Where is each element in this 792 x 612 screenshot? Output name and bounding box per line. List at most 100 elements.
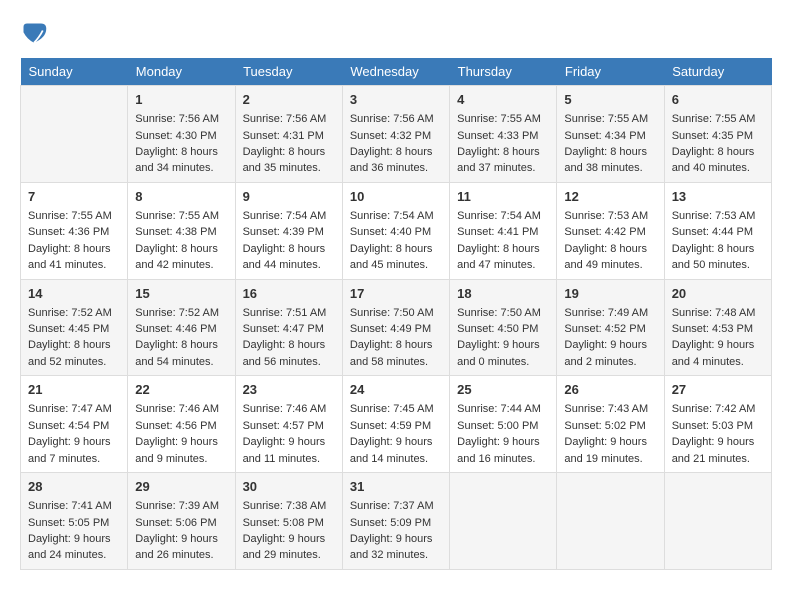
calendar-cell: 20Sunrise: 7:48 AMSunset: 4:53 PMDayligh…: [664, 279, 771, 376]
weekday-header-row: SundayMondayTuesdayWednesdayThursdayFrid…: [21, 58, 772, 86]
cell-info-line: Sunset: 4:52 PM: [564, 323, 645, 335]
weekday-monday: Monday: [128, 58, 235, 86]
day-number: 30: [243, 478, 335, 496]
cell-info-line: Sunset: 5:03 PM: [672, 420, 753, 432]
cell-info-line: and 7 minutes.: [28, 453, 100, 465]
cell-info-line: Sunrise: 7:55 AM: [672, 113, 756, 125]
cell-info-line: and 40 minutes.: [672, 162, 750, 174]
cell-info-line: Daylight: 9 hours: [457, 436, 540, 448]
day-number: 5: [564, 91, 656, 109]
cell-info-line: Sunrise: 7:55 AM: [564, 113, 648, 125]
calendar-cell: 2Sunrise: 7:56 AMSunset: 4:31 PMDaylight…: [235, 86, 342, 183]
cell-info-line: and 54 minutes.: [135, 356, 213, 368]
logo-icon: [20, 20, 48, 48]
cell-info-line: and 42 minutes.: [135, 259, 213, 271]
calendar-cell: 22Sunrise: 7:46 AMSunset: 4:56 PMDayligh…: [128, 376, 235, 473]
calendar-week-2: 7Sunrise: 7:55 AMSunset: 4:36 PMDaylight…: [21, 182, 772, 279]
cell-info-line: and 50 minutes.: [672, 259, 750, 271]
cell-info-line: Sunrise: 7:44 AM: [457, 403, 541, 415]
day-number: 23: [243, 381, 335, 399]
cell-info-line: Daylight: 8 hours: [564, 146, 647, 158]
cell-info-line: Daylight: 9 hours: [28, 436, 111, 448]
calendar-cell: 10Sunrise: 7:54 AMSunset: 4:40 PMDayligh…: [342, 182, 449, 279]
cell-info-line: Sunrise: 7:53 AM: [672, 210, 756, 222]
cell-info-line: Sunrise: 7:42 AM: [672, 403, 756, 415]
calendar-cell: 16Sunrise: 7:51 AMSunset: 4:47 PMDayligh…: [235, 279, 342, 376]
cell-info-line: Sunrise: 7:52 AM: [135, 307, 219, 319]
day-number: 24: [350, 381, 442, 399]
cell-info-line: and 14 minutes.: [350, 453, 428, 465]
cell-info-line: Sunrise: 7:56 AM: [135, 113, 219, 125]
calendar-cell: 26Sunrise: 7:43 AMSunset: 5:02 PMDayligh…: [557, 376, 664, 473]
calendar-cell: 14Sunrise: 7:52 AMSunset: 4:45 PMDayligh…: [21, 279, 128, 376]
cell-info-line: and 44 minutes.: [243, 259, 321, 271]
cell-info-line: Sunset: 5:06 PM: [135, 517, 216, 529]
cell-info-line: and 2 minutes.: [564, 356, 636, 368]
calendar-week-5: 28Sunrise: 7:41 AMSunset: 5:05 PMDayligh…: [21, 473, 772, 570]
cell-info-line: Sunrise: 7:54 AM: [243, 210, 327, 222]
cell-info-line: Sunrise: 7:56 AM: [350, 113, 434, 125]
cell-info-line: and 26 minutes.: [135, 549, 213, 561]
cell-info-line: and 35 minutes.: [243, 162, 321, 174]
day-number: 31: [350, 478, 442, 496]
calendar-cell: [664, 473, 771, 570]
cell-info-line: Sunset: 5:00 PM: [457, 420, 538, 432]
cell-info-line: and 47 minutes.: [457, 259, 535, 271]
calendar-week-1: 1Sunrise: 7:56 AMSunset: 4:30 PMDaylight…: [21, 86, 772, 183]
cell-info-line: Daylight: 9 hours: [457, 339, 540, 351]
cell-info-line: Sunset: 4:42 PM: [564, 226, 645, 238]
calendar-week-3: 14Sunrise: 7:52 AMSunset: 4:45 PMDayligh…: [21, 279, 772, 376]
day-number: 22: [135, 381, 227, 399]
cell-info-line: Daylight: 8 hours: [457, 146, 540, 158]
day-number: 3: [350, 91, 442, 109]
cell-info-line: Daylight: 9 hours: [135, 533, 218, 545]
calendar-cell: [450, 473, 557, 570]
calendar-cell: 17Sunrise: 7:50 AMSunset: 4:49 PMDayligh…: [342, 279, 449, 376]
cell-info-line: Daylight: 8 hours: [135, 339, 218, 351]
cell-info-line: and 21 minutes.: [672, 453, 750, 465]
cell-info-line: Sunrise: 7:45 AM: [350, 403, 434, 415]
cell-info-line: Sunset: 4:46 PM: [135, 323, 216, 335]
cell-info-line: Sunset: 4:31 PM: [243, 130, 324, 142]
cell-info-line: and 36 minutes.: [350, 162, 428, 174]
day-number: 26: [564, 381, 656, 399]
cell-info-line: Sunset: 4:56 PM: [135, 420, 216, 432]
cell-info-line: Sunrise: 7:55 AM: [28, 210, 112, 222]
day-number: 20: [672, 285, 764, 303]
cell-info-line: and 24 minutes.: [28, 549, 106, 561]
cell-info-line: Sunset: 4:40 PM: [350, 226, 431, 238]
cell-info-line: Daylight: 9 hours: [672, 339, 755, 351]
cell-info-line: and 41 minutes.: [28, 259, 106, 271]
cell-info-line: Daylight: 8 hours: [350, 146, 433, 158]
cell-info-line: Sunset: 4:33 PM: [457, 130, 538, 142]
cell-info-line: and 29 minutes.: [243, 549, 321, 561]
page-header: [20, 20, 772, 48]
cell-info-line: Sunrise: 7:51 AM: [243, 307, 327, 319]
day-number: 18: [457, 285, 549, 303]
cell-info-line: Sunset: 5:02 PM: [564, 420, 645, 432]
cell-info-line: Sunset: 4:54 PM: [28, 420, 109, 432]
day-number: 9: [243, 188, 335, 206]
cell-info-line: Sunrise: 7:37 AM: [350, 500, 434, 512]
cell-info-line: Sunset: 4:44 PM: [672, 226, 753, 238]
day-number: 29: [135, 478, 227, 496]
day-number: 12: [564, 188, 656, 206]
day-number: 11: [457, 188, 549, 206]
calendar-cell: 29Sunrise: 7:39 AMSunset: 5:06 PMDayligh…: [128, 473, 235, 570]
day-number: 27: [672, 381, 764, 399]
cell-info-line: Sunset: 4:38 PM: [135, 226, 216, 238]
weekday-sunday: Sunday: [21, 58, 128, 86]
cell-info-line: Sunrise: 7:50 AM: [457, 307, 541, 319]
cell-info-line: Sunset: 4:59 PM: [350, 420, 431, 432]
cell-info-line: Sunrise: 7:55 AM: [457, 113, 541, 125]
cell-info-line: Sunset: 5:09 PM: [350, 517, 431, 529]
cell-info-line: Sunrise: 7:54 AM: [457, 210, 541, 222]
calendar-cell: [557, 473, 664, 570]
day-number: 28: [28, 478, 120, 496]
cell-info-line: Sunset: 4:30 PM: [135, 130, 216, 142]
cell-info-line: Daylight: 8 hours: [28, 243, 111, 255]
cell-info-line: and 58 minutes.: [350, 356, 428, 368]
cell-info-line: Daylight: 9 hours: [672, 436, 755, 448]
day-number: 21: [28, 381, 120, 399]
day-number: 4: [457, 91, 549, 109]
